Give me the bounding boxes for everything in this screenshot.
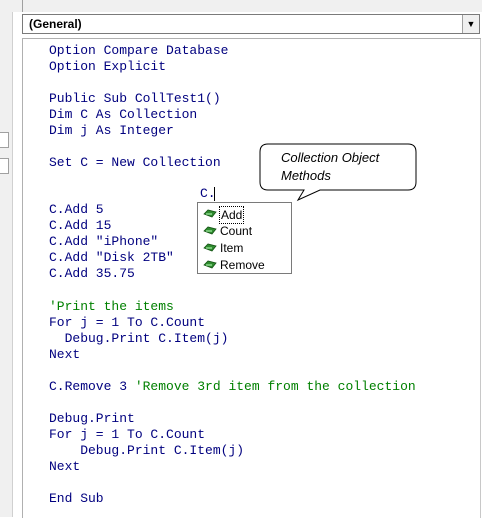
- intellisense-item-label: Add: [219, 206, 245, 224]
- code-statement: C.Remove 3: [49, 379, 135, 394]
- code-line: Debug.Print C.Item(j): [49, 331, 229, 346]
- procedure-dropdown[interactable]: (General) ▼: [22, 14, 480, 34]
- code-line: C.Remove 3 'Remove 3rd item from the col…: [49, 379, 416, 395]
- code-line: Dim C As Collection: [49, 107, 198, 122]
- code-line: Debug.Print C.Item(j): [49, 443, 245, 458]
- method-icon: [203, 243, 217, 252]
- code-line: Option Explicit: [49, 59, 167, 74]
- code-line: For j = 1 To C.Count: [49, 315, 206, 330]
- gutter-mark: [0, 158, 9, 174]
- code-line: Set C = New Collection: [49, 155, 221, 170]
- intellisense-item-label: Remove: [220, 258, 265, 272]
- top-tab: [14, 0, 23, 12]
- code-line: Debug.Print: [49, 411, 135, 426]
- code-line: For j = 1 To C.Count: [49, 427, 206, 442]
- callout-line: Methods: [281, 168, 331, 183]
- intellisense-item-count[interactable]: Count: [200, 223, 289, 239]
- procedure-dropdown-value: (General): [29, 17, 82, 31]
- editor-right-border: [480, 39, 481, 518]
- code-line: End Sub: [49, 491, 104, 506]
- gutter-mark: [0, 132, 9, 148]
- callout-text: Collection Object Methods: [281, 149, 379, 185]
- chevron-down-icon[interactable]: ▼: [462, 15, 479, 33]
- code-line: C.Add 35.75: [49, 266, 135, 281]
- code-line: C.Add 5: [49, 202, 104, 217]
- intellisense-list[interactable]: Add Count Item Remove: [197, 202, 292, 274]
- code-line: Public Sub CollTest1(): [49, 91, 221, 106]
- intellisense-item-add[interactable]: Add: [200, 206, 289, 224]
- method-icon: [203, 226, 217, 235]
- intellisense-item-remove[interactable]: Remove: [200, 257, 289, 273]
- code-comment-line: 'Print the items: [49, 299, 174, 314]
- code-line: C.Add "iPhone": [49, 234, 159, 249]
- method-icon: [203, 209, 217, 218]
- intellisense-item-label: Item: [220, 241, 244, 255]
- code-line: Dim j As Integer: [49, 123, 174, 138]
- text-caret: [214, 187, 215, 201]
- callout-line: Collection Object: [281, 150, 380, 165]
- code-line: C.Add 15: [49, 218, 112, 233]
- code-inline-comment: 'Remove 3rd item from the collection: [134, 379, 416, 394]
- intellisense-item-label: Count: [220, 224, 253, 238]
- code-line: Next: [49, 347, 81, 362]
- top-strip: [0, 0, 482, 12]
- method-icon: [203, 260, 217, 269]
- code-line: Option Compare Database: [49, 43, 229, 58]
- code-line: C.Add "Disk 2TB": [49, 250, 174, 265]
- left-gutter: [0, 12, 13, 517]
- intellisense-item-item[interactable]: Item: [200, 240, 289, 256]
- code-line: Next: [49, 459, 81, 474]
